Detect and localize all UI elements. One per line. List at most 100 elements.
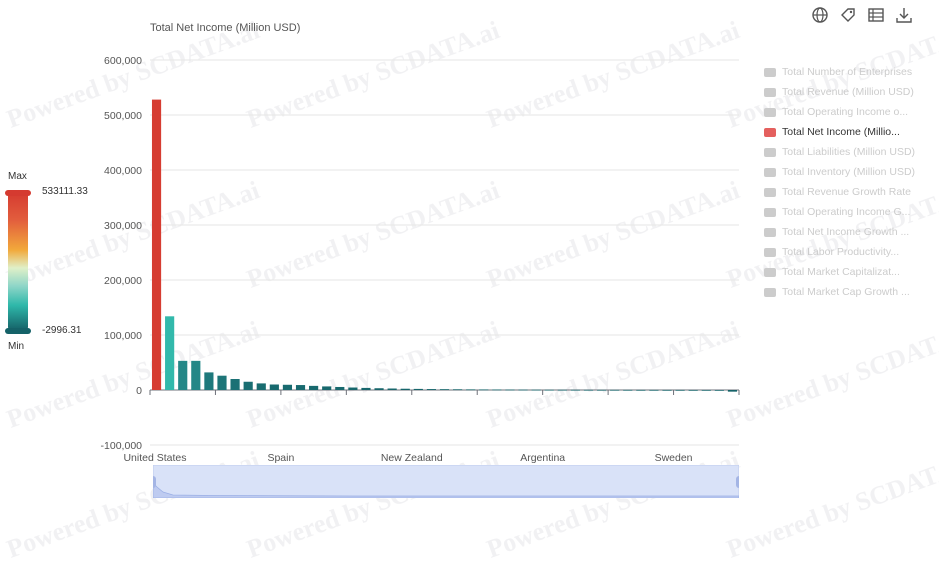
bar — [151, 99, 162, 390]
x-tick-label: Sweden — [655, 452, 693, 464]
legend-swatch — [764, 187, 776, 197]
bar — [322, 386, 332, 390]
x-tick-label: Argentina — [520, 452, 565, 464]
legend-label: Total Net Income (Millio... — [782, 126, 900, 138]
bar — [596, 389, 607, 391]
bar — [243, 381, 253, 390]
legend-item[interactable]: Total Labor Productivity... — [764, 242, 939, 262]
y-tick-label: 200,000 — [104, 275, 142, 287]
bar — [178, 360, 188, 390]
bar — [714, 389, 724, 391]
visual-map-min-value: -2996.31 — [42, 325, 82, 336]
bar — [309, 385, 319, 390]
legend-item[interactable]: Total Liabilities (Million USD) — [764, 142, 939, 162]
bar — [505, 389, 515, 391]
bar — [453, 389, 463, 391]
legend-item[interactable]: Total Net Income (Millio... — [764, 122, 939, 142]
x-tick-label: United States — [123, 452, 186, 464]
legend-swatch — [764, 87, 776, 97]
legend-swatch — [764, 227, 776, 237]
bar — [400, 388, 410, 390]
bar — [649, 389, 659, 391]
bar — [531, 389, 541, 391]
bar — [544, 389, 554, 391]
legend-label: Total Number of Enterprises — [782, 66, 913, 78]
legend-swatch — [764, 147, 776, 157]
legend-swatch — [764, 107, 776, 117]
legend-swatch — [764, 67, 776, 77]
bar — [727, 390, 738, 392]
bar — [204, 372, 214, 390]
legend-item[interactable]: Total Net Income Growth ... — [764, 222, 939, 242]
legend-label: Total Net Income Growth ... — [782, 226, 910, 238]
legend-item[interactable]: Total Operating Income G... — [764, 202, 939, 222]
bar — [387, 388, 397, 390]
bar — [570, 389, 580, 391]
legend-label: Total Labor Productivity... — [782, 246, 900, 258]
x-tick-label: Spain — [267, 452, 294, 464]
legend-item[interactable]: Total Market Capitalizat... — [764, 262, 939, 282]
bar — [492, 389, 502, 391]
legend-swatch — [764, 247, 776, 257]
bar — [610, 389, 620, 391]
y-tick-label: 300,000 — [104, 220, 142, 232]
bar — [557, 389, 567, 391]
legend-swatch — [764, 127, 776, 137]
visual-map-max-value: 533111.33 — [42, 186, 88, 197]
legend-label: Total Inventory (Million USD) — [782, 166, 916, 178]
visual-map-min-label: Min — [8, 341, 25, 352]
bar — [256, 383, 266, 390]
x-tick-label: New Zealand — [381, 452, 443, 464]
legend-item[interactable]: Total Market Cap Growth ... — [764, 282, 939, 302]
legend-item[interactable]: Total Inventory (Million USD) — [764, 162, 939, 182]
visual-map-max-label: Max — [8, 171, 27, 182]
bar — [623, 389, 633, 391]
bar — [191, 360, 201, 390]
y-tick-label: 400,000 — [104, 165, 142, 177]
bar — [426, 389, 436, 390]
bar — [348, 387, 358, 390]
bar — [269, 384, 279, 390]
legend-label: Total Revenue (Million USD) — [782, 86, 914, 98]
y-tick-label: -100,000 — [101, 440, 143, 452]
zoom-handle-left — [153, 476, 156, 488]
bar — [361, 387, 371, 390]
zoom-handle-right — [736, 476, 739, 488]
legend-swatch — [764, 267, 776, 277]
visual-map-max-handle[interactable] — [5, 190, 31, 196]
bar — [675, 389, 685, 391]
bar — [583, 389, 594, 391]
legend-label: Total Liabilities (Million USD) — [782, 146, 916, 158]
visual-map-min-handle[interactable] — [5, 328, 31, 334]
legend: Total Number of Enterprises Total Revenue… — [764, 62, 939, 302]
legend-label: Total Market Cap Growth ... — [782, 286, 910, 298]
bar — [518, 389, 528, 391]
visual-map: Max 533111.33 -2996.31 Min — [0, 0, 100, 360]
bar — [688, 389, 698, 391]
bar — [662, 389, 672, 391]
y-tick-label: 500,000 — [104, 110, 142, 122]
bar — [636, 389, 646, 391]
bar — [374, 388, 384, 390]
legend-label: Total Operating Income G... — [782, 206, 911, 218]
legend-item[interactable]: Total Revenue (Million USD) — [764, 82, 939, 102]
legend-label: Total Market Capitalizat... — [782, 266, 900, 278]
bar — [295, 385, 306, 390]
visual-map-gradient — [8, 192, 28, 330]
bar — [335, 386, 345, 390]
legend-swatch — [764, 207, 776, 217]
legend-item[interactable]: Total Number of Enterprises — [764, 62, 939, 82]
y-tick-label: 100,000 — [104, 330, 142, 342]
legend-item[interactable]: Total Operating Income o... — [764, 102, 939, 122]
bar — [439, 389, 450, 390]
bar — [466, 389, 476, 391]
y-tick-label: 600,000 — [104, 55, 142, 67]
legend-label: Total Revenue Growth Rate — [782, 186, 911, 198]
bar — [413, 388, 423, 390]
bar — [282, 384, 293, 390]
legend-swatch — [764, 167, 776, 177]
legend-item[interactable]: Total Revenue Growth Rate — [764, 182, 939, 202]
y-tick-label: 0 — [136, 385, 142, 397]
data-zoom-slider[interactable] — [153, 465, 739, 498]
bar — [217, 375, 227, 390]
